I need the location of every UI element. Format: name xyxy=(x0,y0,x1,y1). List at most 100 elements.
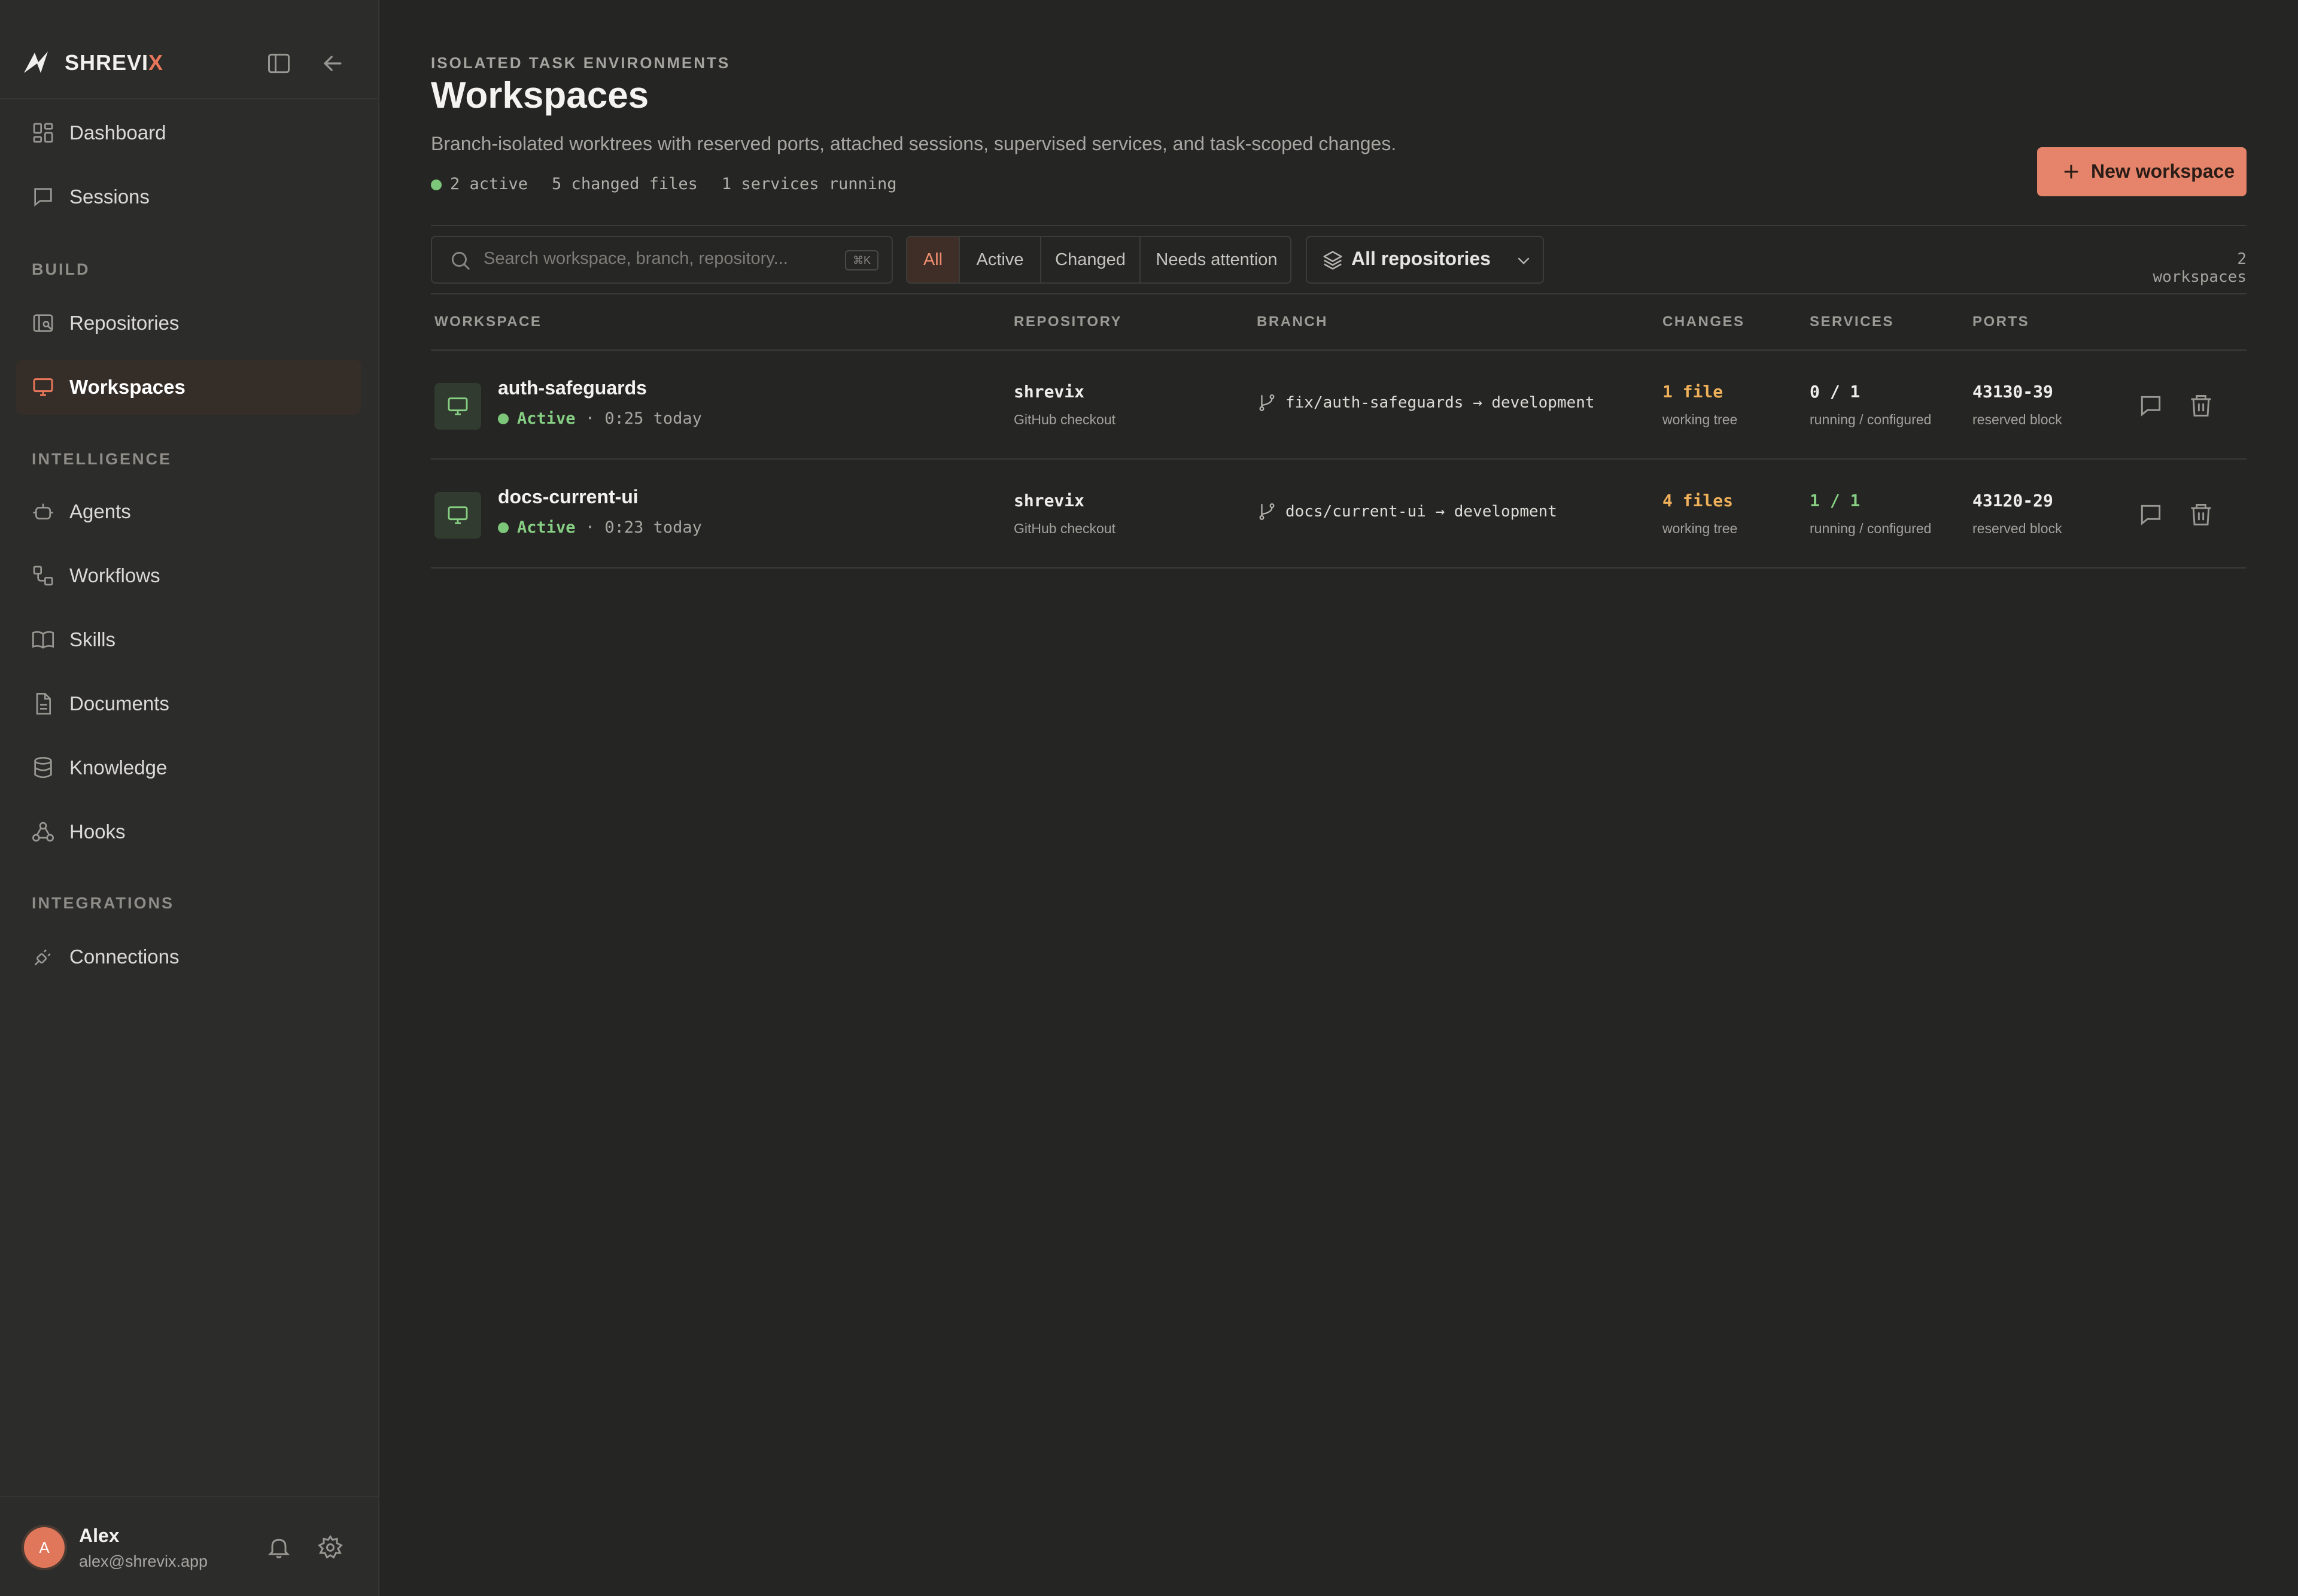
workspace-icon-box xyxy=(434,383,481,430)
monitor-icon xyxy=(33,378,53,396)
sidebar-item-dashboard[interactable]: Dashboard xyxy=(16,105,361,160)
filter-changed[interactable]: Changed xyxy=(1041,237,1141,282)
gear-icon[interactable] xyxy=(317,1534,344,1561)
sidebar: SHREVIX Dashboard Sessions BUILD Reposit… xyxy=(0,0,379,1596)
sidebar-item-label: Connections xyxy=(69,946,180,968)
column-header-ports: PORTS xyxy=(1972,314,2030,330)
sidebar-item-label: Dashboard xyxy=(69,121,166,144)
workspace-status: Active · 0:25 today xyxy=(498,409,702,428)
changes-label: working tree xyxy=(1662,412,1738,427)
table-row[interactable]: auth-safeguards Active · 0:25 today shre… xyxy=(431,351,2247,460)
avatar[interactable]: A xyxy=(24,1527,65,1568)
sidebar-item-label: Workspaces xyxy=(69,376,186,398)
sidebar-item-label: Skills xyxy=(69,628,116,650)
status-dot-icon xyxy=(431,180,442,190)
sidebar-item-label: Documents xyxy=(69,692,169,715)
page-eyebrow: ISOLATED TASK ENVIRONMENTS xyxy=(431,54,731,72)
brand-name: SHREVIX xyxy=(65,50,164,75)
nav-section-build: BUILD xyxy=(32,260,90,278)
search-input[interactable]: Search workspace, branch, repository... … xyxy=(431,236,893,284)
column-header-repository: REPOSITORY xyxy=(1014,314,1123,330)
sidebar-item-label: Knowledge xyxy=(69,756,168,779)
stat-active: 2 active xyxy=(450,175,528,193)
sidebar-item-sessions[interactable]: Sessions xyxy=(16,169,361,224)
status-filter-group: All Active Changed Needs attention xyxy=(906,236,1291,284)
sidebar-item-agents[interactable]: Agents xyxy=(16,484,361,539)
main-content: ISOLATED TASK ENVIRONMENTS Workspaces Br… xyxy=(431,0,2247,1596)
keyboard-shortcut-badge: ⌘K xyxy=(845,250,879,270)
chat-icon[interactable] xyxy=(2138,393,2164,419)
nav-section-integrations: INTEGRATIONS xyxy=(32,894,174,912)
monitor-icon xyxy=(448,506,468,524)
shrevix-logo-icon xyxy=(24,51,48,73)
sidebar-item-repositories[interactable]: Repositories xyxy=(16,296,361,351)
new-workspace-label: New workspace xyxy=(2091,160,2235,182)
sidebar-item-label: Repositories xyxy=(69,312,180,334)
trash-icon[interactable] xyxy=(2188,501,2214,528)
sidebar-item-hooks[interactable]: Hooks xyxy=(16,804,361,859)
status-dot-icon xyxy=(498,522,509,533)
branch-name: fix/auth-safeguards → development xyxy=(1285,394,1595,412)
status-badge: Active xyxy=(517,409,576,428)
table-row[interactable]: docs-current-ui Active · 0:23 today shre… xyxy=(431,460,2247,569)
trash-icon[interactable] xyxy=(2188,393,2214,419)
status-dot-icon xyxy=(498,414,509,424)
sidebar-item-workspaces[interactable]: Workspaces xyxy=(16,360,361,415)
column-header-changes: CHANGES xyxy=(1662,314,1745,330)
collapse-arrow-icon[interactable] xyxy=(320,50,346,77)
repository-select[interactable]: All repositories xyxy=(1306,236,1544,284)
user-profile-bar: A Alex alex@shrevix.app xyxy=(0,1496,378,1596)
workspace-count: 2 workspaces xyxy=(2153,250,2247,286)
sidebar-item-label: Hooks xyxy=(69,820,126,843)
layers-icon xyxy=(1323,251,1342,270)
status-badge: Active xyxy=(517,518,576,537)
repository-icon xyxy=(33,314,53,332)
repository-name: shrevix xyxy=(1014,491,1085,510)
sidebar-item-workflows[interactable]: Workflows xyxy=(16,548,361,603)
dashboard-icon xyxy=(33,123,53,143)
sidebar-toggle-icon[interactable] xyxy=(266,50,292,77)
plus-icon xyxy=(2064,165,2078,179)
ports-range: 43130-39 xyxy=(1972,382,2053,402)
sidebar-item-documents[interactable]: Documents xyxy=(16,676,361,731)
chevron-down-icon xyxy=(1518,257,1530,265)
filter-all[interactable]: All xyxy=(907,237,960,282)
book-icon xyxy=(32,631,54,649)
workspace-status: Active · 0:23 today xyxy=(498,518,702,537)
search-placeholder: Search workspace, branch, repository... xyxy=(484,249,788,268)
sidebar-item-knowledge[interactable]: Knowledge xyxy=(16,740,361,795)
sidebar-item-label: Sessions xyxy=(69,186,150,208)
column-header-services: SERVICES xyxy=(1810,314,1894,330)
column-header-workspace: WORKSPACE xyxy=(434,314,542,330)
monitor-icon xyxy=(448,397,468,415)
changes-count: 1 file xyxy=(1662,382,1723,402)
repository-select-value: All repositories xyxy=(1351,248,1491,269)
chat-icon xyxy=(34,188,52,207)
user-name: Alex xyxy=(79,1525,120,1546)
filter-needs-attention[interactable]: Needs attention xyxy=(1141,237,1290,282)
webhook-icon xyxy=(32,822,54,842)
ports-label: reserved block xyxy=(1972,412,2062,427)
new-workspace-button[interactable]: New workspace xyxy=(2037,147,2247,196)
database-icon xyxy=(34,757,52,779)
stat-changed-files: 5 changed files xyxy=(552,175,698,193)
brand-header: SHREVIX xyxy=(0,0,378,99)
repository-source: GitHub checkout xyxy=(1014,521,1116,536)
chat-icon[interactable] xyxy=(2138,501,2164,528)
sidebar-item-skills[interactable]: Skills xyxy=(16,612,361,667)
sidebar-item-label: Workflows xyxy=(69,564,160,586)
workspace-name[interactable]: docs-current-ui xyxy=(498,486,639,508)
filter-active[interactable]: Active xyxy=(960,237,1041,282)
repository-name: shrevix xyxy=(1014,382,1085,402)
bell-icon[interactable] xyxy=(266,1534,292,1561)
document-icon xyxy=(36,693,51,715)
branch-name: docs/current-ui → development xyxy=(1285,503,1557,521)
workspace-icon-box xyxy=(434,492,481,539)
page-subtitle: Branch-isolated worktrees with reserved … xyxy=(431,133,1397,154)
services-count: 1 / 1 xyxy=(1810,491,1861,510)
workspace-name[interactable]: auth-safeguards xyxy=(498,377,647,399)
changes-count: 4 files xyxy=(1662,491,1734,510)
sidebar-item-connections[interactable]: Connections xyxy=(16,929,361,984)
page-title: Workspaces xyxy=(431,75,649,116)
status-time: · 0:25 today xyxy=(585,409,702,428)
